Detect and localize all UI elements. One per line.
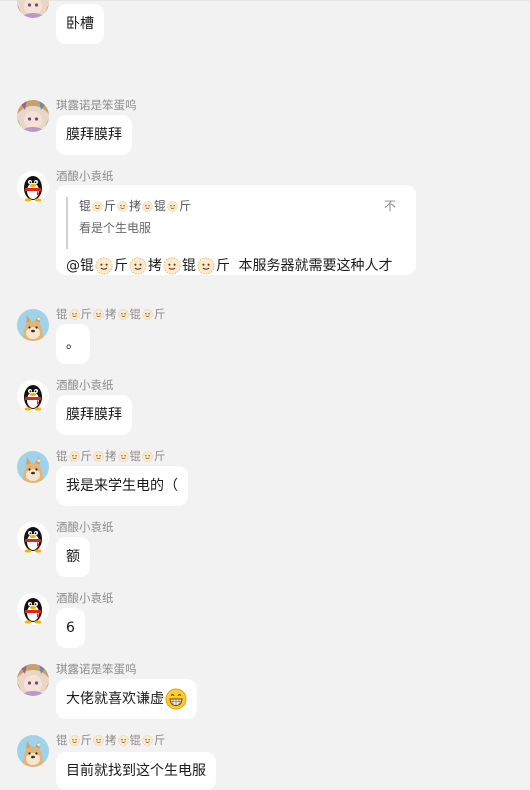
message-text: 大佬就喜欢谦虚: [66, 691, 164, 707]
name-part: 锟: [129, 449, 142, 463]
name-part: 锟: [56, 307, 68, 321]
name-part: 斤: [179, 199, 192, 213]
message-text: 目前就找到这个生电服: [66, 763, 206, 779]
anime-girl-avatar-icon[interactable]: [17, 100, 49, 132]
smiley-emoji-icon: [142, 309, 153, 320]
smiley-emoji-icon: [167, 201, 178, 212]
name-part: 斤: [104, 199, 117, 213]
name-part: 锟: [56, 449, 68, 463]
sender-name: 酒酿小袁纸: [56, 378, 114, 392]
mention-part: 斤: [114, 258, 128, 274]
qq-penguin-avatar-icon[interactable]: [17, 171, 49, 203]
name-part: 锟: [129, 307, 142, 321]
message-bubble[interactable]: 目前就找到这个生电服: [56, 752, 216, 790]
message-text: 卧槽: [66, 16, 94, 32]
name-part: 斤: [154, 449, 166, 463]
anime-girl-avatar-icon[interactable]: [17, 0, 49, 18]
message-bubble[interactable]: 大佬就喜欢谦虚: [56, 679, 197, 719]
anime-girl-avatar-icon[interactable]: [17, 664, 49, 696]
message-text: 。: [66, 336, 80, 352]
smiley-emoji-icon: [163, 257, 181, 275]
smiley-emoji-icon: [93, 309, 104, 320]
smiley-emoji-icon: [197, 257, 215, 275]
name-part: 拷: [129, 199, 142, 213]
smiley-emoji-icon: [93, 451, 104, 462]
smiley-emoji-icon: [69, 309, 80, 320]
smiley-emoji-icon: [118, 451, 129, 462]
sender-name: 琪露诺是笨蛋呜: [56, 662, 137, 676]
name-part: 锟: [154, 199, 167, 213]
quoted-message[interactable]: 锟斤拷锟斤 不 看是个生电服: [66, 197, 396, 249]
message-text: 膜拜膜拜: [66, 407, 122, 423]
smiley-emoji-icon: [69, 451, 80, 462]
smiley-emoji-icon: [93, 735, 104, 746]
message-bubble[interactable]: 6: [56, 608, 85, 648]
message-bubble[interactable]: 卧槽: [56, 4, 104, 44]
name-part: 斤: [80, 307, 93, 321]
smiley-emoji-icon: [118, 309, 129, 320]
reply-message-bubble[interactable]: 锟斤拷锟斤 不 看是个生电服 @锟斤拷锟斤 本服务器就需要这种人才: [56, 185, 416, 275]
message-text: 我是来学生电的（: [66, 478, 178, 494]
smiley-emoji-icon: [92, 201, 103, 212]
message-bubble[interactable]: 我是来学生电的（: [56, 466, 188, 506]
mention[interactable]: @锟 斤 拷 锟 斤: [66, 258, 230, 274]
smiley-emoji-icon: [69, 735, 80, 746]
qq-penguin-avatar-icon[interactable]: [17, 380, 49, 412]
mention-part: 锟: [182, 258, 196, 274]
name-part: 锟: [56, 733, 68, 747]
smiley-emoji-icon: [142, 201, 153, 212]
qq-penguin-avatar-icon[interactable]: [17, 593, 49, 625]
doge-avatar-icon[interactable]: [17, 451, 49, 483]
smiley-emoji-icon: [129, 257, 147, 275]
quote-close-button[interactable]: 不: [384, 197, 396, 215]
smiley-emoji-icon: [142, 735, 153, 746]
name-part: 锟: [79, 199, 92, 213]
name-part: 锟: [129, 733, 142, 747]
name-part: 斤: [80, 449, 93, 463]
quoted-text: 看是个生电服: [79, 221, 152, 235]
message-text: 膜拜膜拜: [66, 127, 122, 143]
sender-name: 锟斤拷锟斤: [56, 449, 166, 463]
quoted-sender-name: 锟斤拷锟斤: [79, 197, 191, 215]
smiley-emoji-icon: [95, 257, 113, 275]
name-part: 斤: [154, 307, 166, 321]
mention-part: 拷: [148, 258, 162, 274]
smiley-emoji-icon: [117, 201, 128, 212]
grinning-emoji-icon: [165, 688, 187, 710]
message-bubble[interactable]: 。: [56, 324, 90, 364]
mention-part: 斤: [216, 258, 230, 274]
reply-text: @锟 斤 拷 锟 斤 本服务器就需要这种人才: [66, 255, 392, 277]
name-part: 拷: [105, 307, 117, 321]
smiley-emoji-icon: [118, 735, 129, 746]
name-part: 拷: [105, 733, 117, 747]
message-bubble[interactable]: 额: [56, 537, 90, 577]
doge-avatar-icon[interactable]: [17, 735, 49, 767]
name-part: 拷: [105, 449, 117, 463]
sender-name: 锟斤拷锟斤: [56, 733, 166, 747]
smiley-emoji-icon: [142, 451, 153, 462]
message-text: 本服务器就需要这种人才: [238, 258, 393, 274]
name-part: 斤: [154, 733, 166, 747]
sender-name: 酒酿小袁纸: [56, 169, 114, 183]
message-bubble[interactable]: 膜拜膜拜: [56, 395, 132, 435]
sender-name: 酒酿小袁纸: [56, 520, 114, 534]
qq-penguin-avatar-icon[interactable]: [17, 522, 49, 554]
message-bubble[interactable]: 膜拜膜拜: [56, 115, 132, 155]
message-text: 额: [66, 549, 80, 565]
doge-avatar-icon[interactable]: [17, 309, 49, 341]
sender-name: 酒酿小袁纸: [56, 591, 114, 605]
name-part: 斤: [80, 733, 93, 747]
sender-name: 琪露诺是笨蛋呜: [56, 98, 137, 112]
mention-part: @锟: [66, 258, 94, 274]
top-divider: [0, 0, 530, 1]
sender-name: 锟斤拷锟斤: [56, 307, 166, 321]
message-text: 6: [66, 620, 75, 636]
